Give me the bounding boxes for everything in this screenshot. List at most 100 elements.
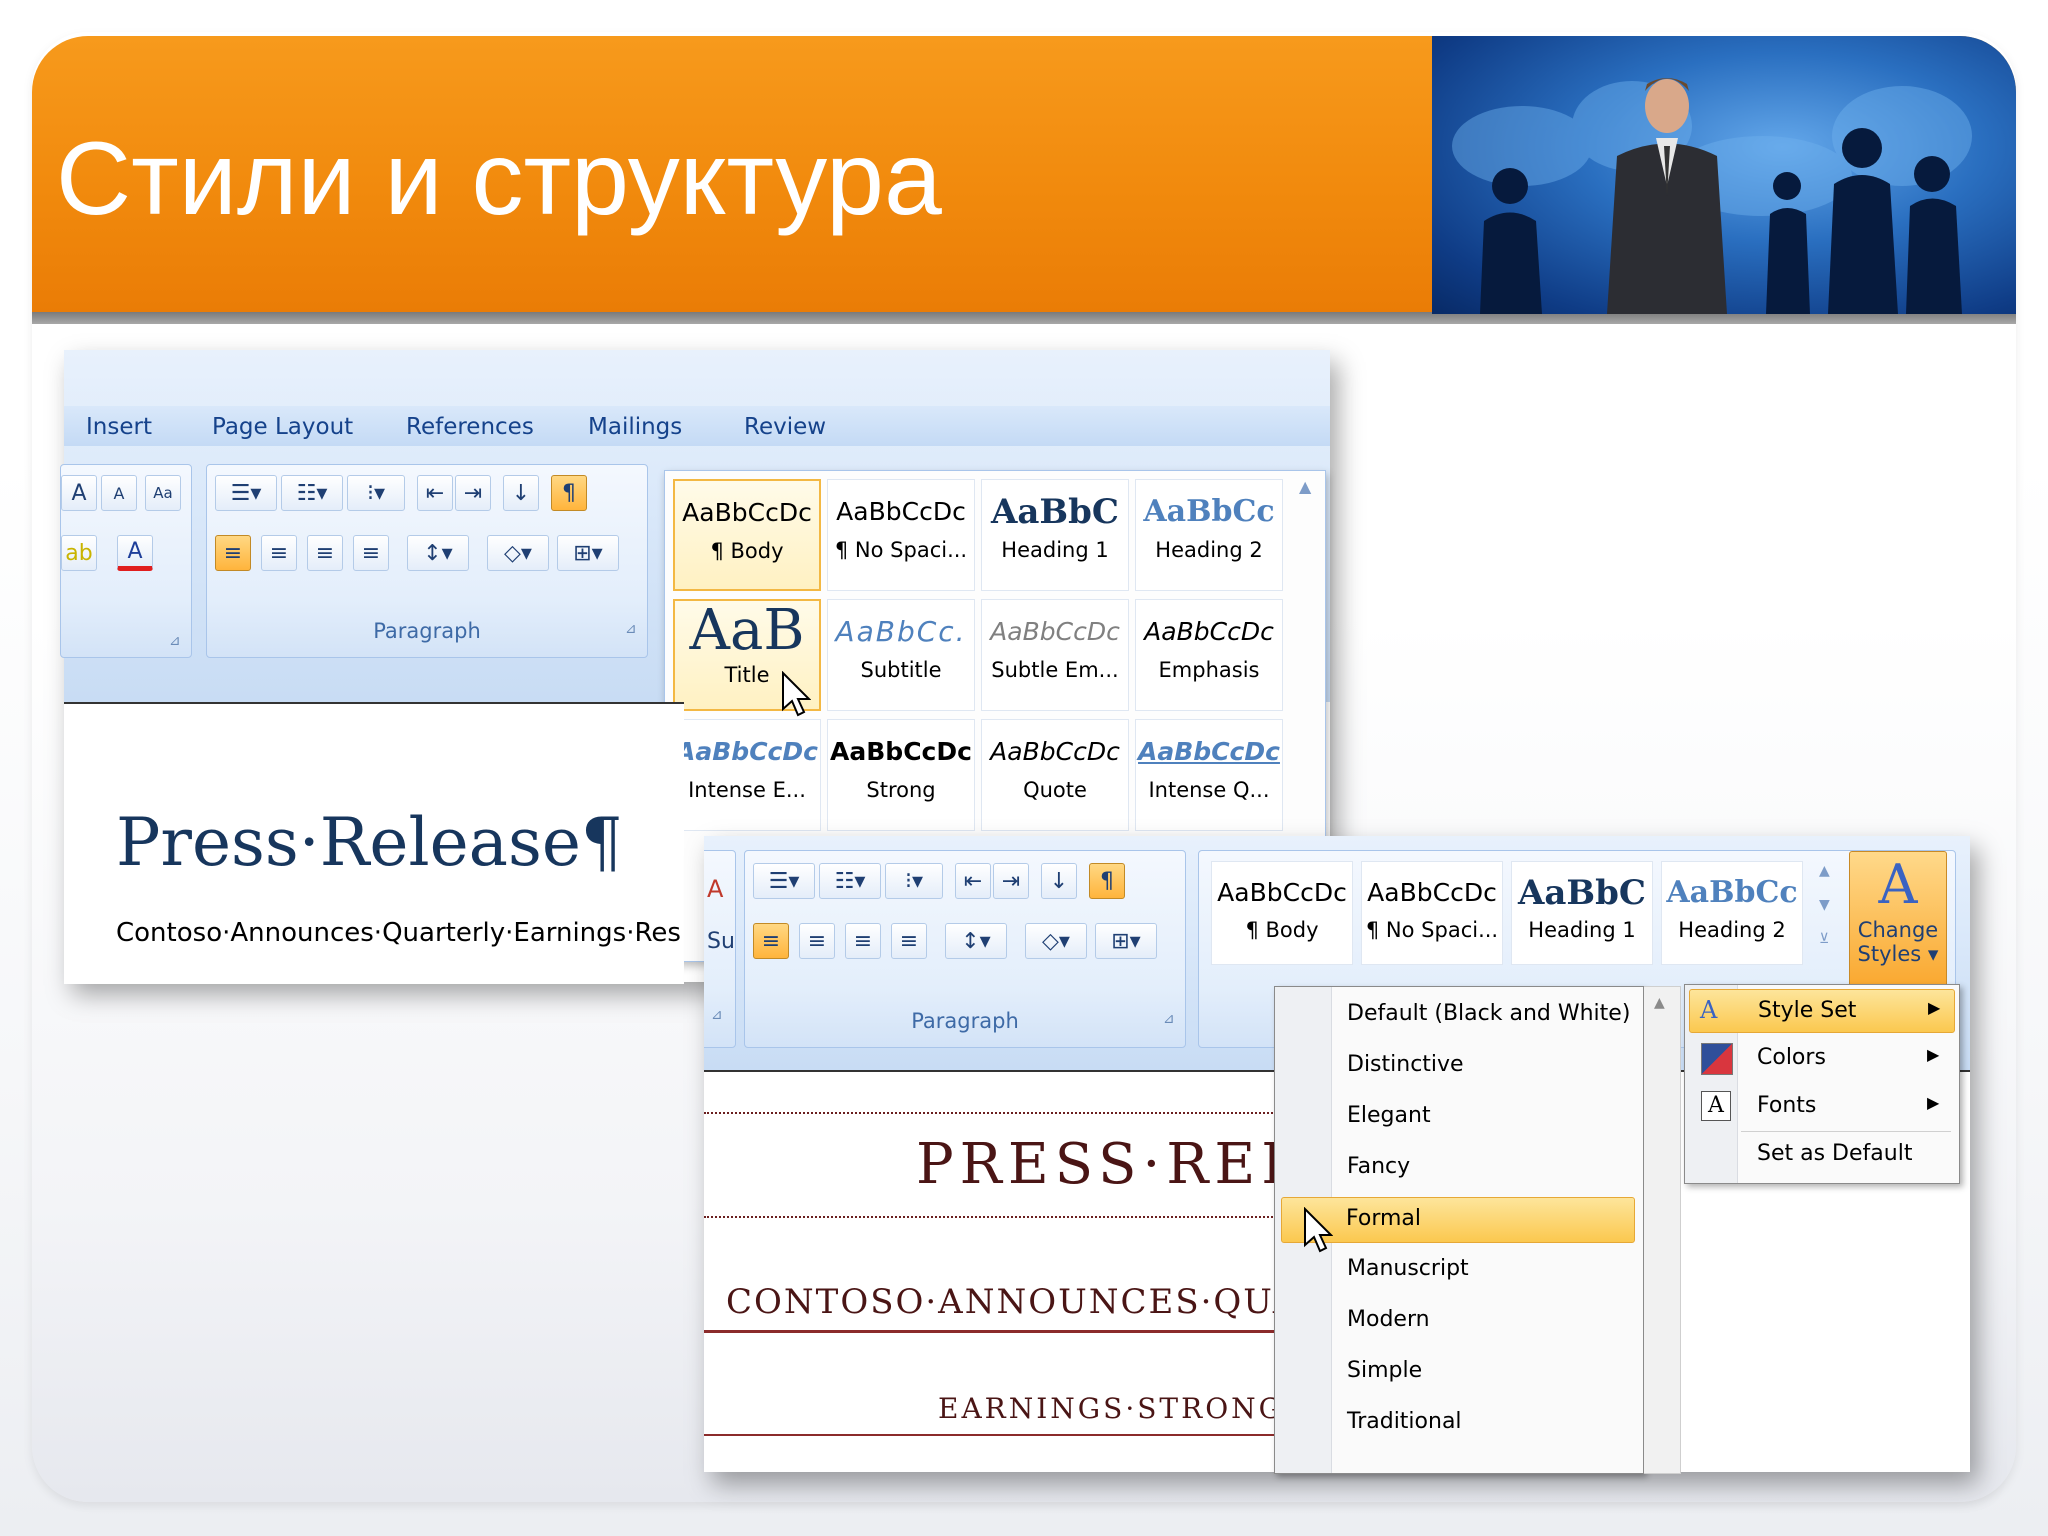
bullets-button[interactable]: ☰▾ [215,475,277,511]
numbering-button[interactable]: ☷▾ [819,863,881,899]
menu-style-set-label: Style Set [1758,998,1857,1023]
style-tile-quote[interactable]: AaBbCcDc Quote [981,719,1129,831]
scroll-up-arrow-icon[interactable]: ▲ [1654,995,1665,1011]
grow-font-button[interactable]: A [61,475,97,511]
style-set-traditional[interactable]: Traditional [1347,1409,1462,1434]
sort-button[interactable]: ↓ [1041,863,1077,899]
change-styles-label-1: Change [1857,918,1939,942]
sort-button[interactable]: ↓ [503,475,539,511]
align-center-button[interactable]: ≡ [261,535,297,571]
style-tile-body[interactable]: AaBbCcDc ¶ Body [673,479,821,591]
style-tile-heading-1[interactable]: AaBbC Heading 1 [1511,861,1653,965]
line-spacing-button[interactable]: ↕▾ [407,535,469,571]
style-set-formal[interactable]: Formal [1281,1197,1635,1243]
submenu-arrow-icon: ▶ [1928,998,1941,1017]
line3-underline [704,1434,1304,1436]
tab-review[interactable]: Review [744,414,826,440]
style-set-icon: A [1700,996,1718,1024]
dialog-launcher-icon[interactable]: ⊿ [1163,1011,1175,1027]
dotted-rule-top [704,1112,1304,1114]
dotted-rule-bottom [704,1216,1304,1218]
style-tile-subtitle[interactable]: AaBbCc. Subtitle [827,599,975,711]
font-group-1: A A Aa ab A ⊿ [60,464,192,658]
mouse-pointer-icon [782,671,811,717]
numbering-button[interactable]: ☷▾ [281,475,343,511]
decrease-indent-button[interactable]: ⇤ [417,475,453,511]
submenu-scrollbar-track[interactable]: ▲ [1644,986,1681,1474]
style-tile-body[interactable]: AaBbCcDc ¶ Body [1211,861,1353,965]
clear-format-fragment: A [707,875,724,903]
line-spacing-button[interactable]: ↕▾ [945,923,1007,959]
align-right-button[interactable]: ≡ [845,923,881,959]
shading-button[interactable]: ◇▾ [487,535,549,571]
doc-line3-formal: EARNINGS·STRONGE [938,1392,1308,1425]
tab-page-layout[interactable]: Page Layout [212,414,353,440]
style-set-default[interactable]: Default (Black and White) [1347,1001,1630,1026]
borders-button[interactable]: ⊞▾ [1095,923,1157,959]
menu-separator [1741,1131,1951,1132]
align-left-button[interactable]: ≡ [215,535,251,571]
style-set-elegant[interactable]: Elegant [1347,1103,1431,1128]
style-tile-intense-quote[interactable]: AaBbCcDc Intense Q... [1135,719,1283,831]
slide-title: Стили и структура [56,121,942,237]
colors-icon [1701,1043,1733,1075]
style-tile-heading-1[interactable]: AaBbC Heading 1 [981,479,1129,591]
ribbon-tabs-1: Insert Page Layout References Mailings R… [64,406,1330,446]
style-tile-subtle-emphasis[interactable]: AaBbCcDc Subtle Em... [981,599,1129,711]
increase-indent-button[interactable]: ⇥ [455,475,491,511]
submenu-arrow-icon: ▶ [1927,1093,1940,1112]
menu-set-as-default[interactable]: Set as Default [1757,1141,1912,1166]
style-set-modern[interactable]: Modern [1347,1307,1430,1332]
dialog-launcher-icon[interactable]: ⊿ [169,633,181,649]
align-right-button[interactable]: ≡ [307,535,343,571]
justify-button[interactable]: ≡ [353,535,389,571]
style-set-manuscript[interactable]: Manuscript [1347,1256,1469,1281]
tab-insert[interactable]: Insert [86,414,152,440]
align-center-button[interactable]: ≡ [799,923,835,959]
dialog-launcher-icon[interactable]: ⊿ [625,621,637,637]
multilevel-list-button[interactable]: ⁝▾ [347,475,405,511]
shrink-font-button[interactable]: A [101,475,137,511]
gallery-scroll-up-icon[interactable]: ▲ [1299,477,1311,496]
style-tile-heading-2[interactable]: AaBbCc Heading 2 [1661,861,1803,965]
shading-button[interactable]: ◇▾ [1025,923,1087,959]
decrease-indent-button[interactable]: ⇤ [955,863,991,899]
style-tile-strong[interactable]: AaBbCcDc Strong [827,719,975,831]
document-page-1: Press·Release¶ Contoso·Announces·Quarter… [64,702,684,984]
gallery-scroll-down-icon[interactable]: ▼ [1819,897,1830,913]
submenu-arrow-icon: ▶ [1927,1045,1940,1064]
show-formatting-button[interactable]: ¶ [1089,863,1125,899]
style-set-submenu: Default (Black and White) Distinctive El… [1274,986,1660,1474]
mouse-pointer-icon [1304,1207,1333,1253]
style-set-fancy[interactable]: Fancy [1347,1154,1410,1179]
change-styles-button[interactable]: A Change Styles ▾ [1849,851,1947,993]
style-tile-intense-emphasis[interactable]: AaBbCcDc Intense E... [673,719,821,831]
justify-button[interactable]: ≡ [891,923,927,959]
multilevel-list-button[interactable]: ⁝▾ [885,863,943,899]
font-color-button[interactable]: A [117,535,153,571]
tab-mailings[interactable]: Mailings [588,414,682,440]
show-formatting-button[interactable]: ¶ [551,475,587,511]
menu-fonts[interactable]: A Fonts ▶ [1689,1085,1953,1127]
bullets-button[interactable]: ☰▾ [753,863,815,899]
menu-style-set[interactable]: A Style Set ▶ [1689,989,1955,1033]
paragraph-group-label: Paragraph [373,619,481,643]
gallery-scroll-up-icon[interactable]: ▲ [1819,863,1830,879]
dialog-launcher-icon[interactable]: ⊿ [711,1007,723,1023]
increase-indent-button[interactable]: ⇥ [993,863,1029,899]
style-set-formal-label: Formal [1346,1206,1422,1231]
doc-heading-formal: PRESS·REL [916,1132,1305,1197]
style-tile-heading-2[interactable]: AaBbCc Heading 2 [1135,479,1283,591]
menu-colors[interactable]: Colors ▶ [1689,1037,1953,1079]
style-tile-no-spacing[interactable]: AaBbCcDc ¶ No Spaci... [1361,861,1503,965]
align-left-button[interactable]: ≡ [753,923,789,959]
style-set-distinctive[interactable]: Distinctive [1347,1052,1464,1077]
borders-button[interactable]: ⊞▾ [557,535,619,571]
gallery-more-icon[interactable]: ⊻ [1819,931,1829,947]
style-tile-emphasis[interactable]: AaBbCcDc Emphasis [1135,599,1283,711]
tab-references[interactable]: References [406,414,534,440]
style-set-simple[interactable]: Simple [1347,1358,1422,1383]
highlight-button[interactable]: ab [61,535,97,571]
style-tile-no-spacing[interactable]: AaBbCcDc ¶ No Spaci... [827,479,975,591]
clear-format-button[interactable]: Aa [145,475,181,511]
